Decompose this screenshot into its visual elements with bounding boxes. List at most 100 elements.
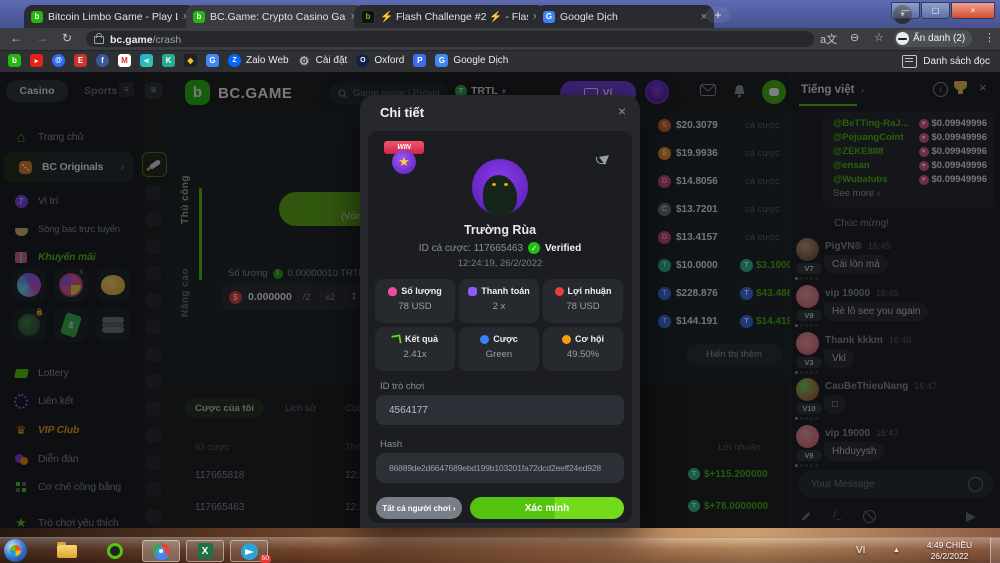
maximize-button[interactable]: ▢ bbox=[921, 2, 950, 19]
verified-shield-icon: ✓ bbox=[528, 242, 540, 254]
telegram-icon bbox=[241, 543, 258, 560]
tab-flash-challenge[interactable]: ⚡ Flash Challenge #2 ⚡ - Flash Ch × bbox=[354, 5, 546, 28]
player-avatar[interactable] bbox=[472, 159, 528, 215]
bookmark-p-icon[interactable] bbox=[413, 54, 426, 67]
clock-date: 26/2/2022 bbox=[912, 551, 987, 562]
tab-limbo[interactable]: Bitcoin Limbo Game - Play Limbo × bbox=[24, 5, 196, 28]
bookmark-translate-icon[interactable] bbox=[206, 54, 219, 67]
bookmark-youtube-icon[interactable] bbox=[30, 54, 43, 67]
new-tab-button[interactable]: + bbox=[706, 7, 730, 23]
tab-bcgame-active[interactable]: BC.Game: Crypto Casino Games × bbox=[186, 5, 364, 28]
bcgame-favicon bbox=[193, 11, 205, 23]
profit-icon bbox=[555, 287, 564, 296]
clock-time: 4:49 CHIỀU bbox=[912, 540, 987, 551]
bookmark-share-icon[interactable] bbox=[140, 54, 153, 67]
browser-tab-bar: Bitcoin Limbo Game - Play Limbo × BC.Gam… bbox=[0, 0, 1000, 28]
bookmark-evernote-icon[interactable] bbox=[74, 54, 87, 67]
verify-button[interactable]: Xác minh bbox=[470, 497, 624, 519]
back-icon[interactable]: ← bbox=[10, 31, 22, 45]
reading-list-label: Danh sách đọc bbox=[923, 56, 990, 67]
reading-list[interactable]: Danh sách đọc bbox=[902, 55, 990, 68]
modal-title: Chi tiết bbox=[380, 105, 424, 120]
all-players-button[interactable]: Tất cả người chơi › bbox=[376, 497, 462, 519]
translate-page-icon[interactable]: a文 bbox=[820, 31, 837, 47]
forward-icon[interactable]: → bbox=[36, 31, 48, 45]
close-button[interactable]: × bbox=[951, 2, 995, 19]
tab-google-translate[interactable]: Google Dịch × bbox=[536, 5, 714, 28]
bookmark-settings-label[interactable]: Cài đặt bbox=[316, 55, 348, 66]
verified-label: Verified bbox=[545, 243, 581, 254]
game-id-label: ID trò chơi bbox=[380, 381, 424, 392]
bookmark-gdich-label[interactable]: Google Dịch bbox=[453, 55, 508, 66]
player-name: Trường Rùa bbox=[368, 223, 632, 237]
bookmark-settings-icon[interactable] bbox=[298, 54, 311, 67]
show-desktop-button[interactable] bbox=[990, 538, 1000, 563]
start-button[interactable] bbox=[4, 539, 27, 562]
zoom-icon[interactable]: ⊖ bbox=[850, 31, 859, 44]
stat-odds: Cơ hội 49.50% bbox=[543, 327, 623, 371]
bookmark-gmail-icon[interactable] bbox=[118, 54, 131, 67]
avatar-eyes bbox=[492, 183, 496, 186]
minimize-button[interactable]: — bbox=[891, 2, 920, 19]
incognito-badge[interactable]: Ẩn danh (2) bbox=[894, 30, 972, 47]
screen: Bitcoin Limbo Game - Play Limbo × BC.Gam… bbox=[0, 0, 1000, 563]
tray-expand-icon[interactable]: ▲ bbox=[893, 547, 900, 554]
result-icon bbox=[391, 334, 401, 344]
flash-favicon bbox=[361, 10, 375, 24]
bet-details-card: WIN ★ Trường Rùa ID cá cược: 117665463 ✓… bbox=[368, 131, 632, 523]
tab-title: Bitcoin Limbo Game - Play Limbo bbox=[48, 11, 178, 23]
disc-icon bbox=[107, 543, 123, 559]
odds-icon bbox=[562, 335, 571, 344]
incognito-avatar-icon bbox=[896, 32, 909, 45]
bet-id-row: ID cá cược: 117665463 ✓ Verified bbox=[368, 242, 632, 254]
taskbar-chrome[interactable] bbox=[142, 540, 180, 562]
address-bar[interactable]: bc.game/crash bbox=[86, 31, 814, 47]
win-star-icon: ★ bbox=[392, 150, 416, 174]
bookmark-mail-icon[interactable] bbox=[52, 54, 65, 67]
bookmark-facebook-icon[interactable] bbox=[96, 54, 109, 67]
windows-flag-icon bbox=[10, 545, 21, 556]
stat-profit: Lợi nhuận 78 USD bbox=[543, 279, 623, 323]
hash-label: Hash bbox=[380, 439, 402, 450]
bookmark-oxford-icon[interactable] bbox=[356, 54, 369, 67]
hash-field[interactable]: 86889de2d6647689ebd199b103201fa72dcd2eef… bbox=[376, 453, 624, 483]
taskbar-explorer[interactable] bbox=[48, 540, 86, 562]
window-controls: — ▢ × bbox=[891, 2, 995, 19]
taskbar-excel[interactable] bbox=[186, 540, 224, 562]
bookmark-bcgame-icon[interactable] bbox=[8, 54, 21, 67]
taskbar-media-app[interactable] bbox=[96, 540, 134, 562]
amount-icon bbox=[388, 287, 397, 296]
browser-menu-icon[interactable]: ⋮ bbox=[984, 31, 995, 44]
tab-title: BC.Game: Crypto Casino Games bbox=[210, 11, 346, 23]
taskbar-clock[interactable]: 4:49 CHIỀU 26/2/2022 bbox=[912, 540, 987, 562]
chrome-icon bbox=[153, 543, 170, 560]
reading-list-icon bbox=[902, 55, 917, 68]
url-text: bc.game/crash bbox=[110, 30, 181, 48]
taskbar-telegram[interactable]: 50 bbox=[230, 540, 268, 562]
bookmark-gdich-icon[interactable] bbox=[435, 54, 448, 67]
stat-bet: Cược Green bbox=[459, 327, 539, 371]
bet-icon bbox=[480, 335, 489, 344]
bookmark-oxford-label[interactable]: Oxford bbox=[374, 55, 404, 66]
bet-datetime: 12:24:19, 26/2/2022 bbox=[368, 258, 632, 269]
stat-amount: Số lượng 78 USD bbox=[375, 279, 455, 323]
browser-toolbar: ← → ↻ bc.game/crash a文 ⊖ ☆ Ẩn danh (2) ⋮ bbox=[0, 28, 1000, 50]
tab-title: Google Dịch bbox=[560, 11, 696, 23]
taskbar: 50 VI ▲ 4:49 CHIỀU 26/2/2022 bbox=[0, 537, 1000, 563]
bookmark-zalo-label[interactable]: Zalo Web bbox=[246, 55, 289, 66]
bookmark-star-icon[interactable]: ☆ bbox=[874, 31, 884, 44]
bookmarks-bar: Zalo Web Cài đặt Oxford Google Dịch Danh… bbox=[0, 50, 1000, 73]
reload-icon[interactable]: ↻ bbox=[62, 31, 72, 45]
lock-icon bbox=[94, 36, 104, 44]
bet-details-modal: Chi tiết × WIN ★ Trường Rùa ID cá cược: … bbox=[360, 95, 640, 528]
excel-icon bbox=[198, 543, 213, 559]
bookmark-binance-icon[interactable] bbox=[184, 54, 197, 67]
bcgame-favicon bbox=[31, 11, 43, 23]
share-icon[interactable] bbox=[596, 153, 610, 164]
modal-close-icon[interactable]: × bbox=[618, 103, 626, 119]
language-indicator[interactable]: VI bbox=[856, 545, 865, 556]
bookmark-kucoin-icon[interactable] bbox=[162, 54, 175, 67]
bookmark-zalo-icon[interactable] bbox=[228, 54, 241, 67]
game-id-field[interactable]: 4564177 bbox=[376, 395, 624, 425]
folder-icon bbox=[57, 545, 77, 558]
